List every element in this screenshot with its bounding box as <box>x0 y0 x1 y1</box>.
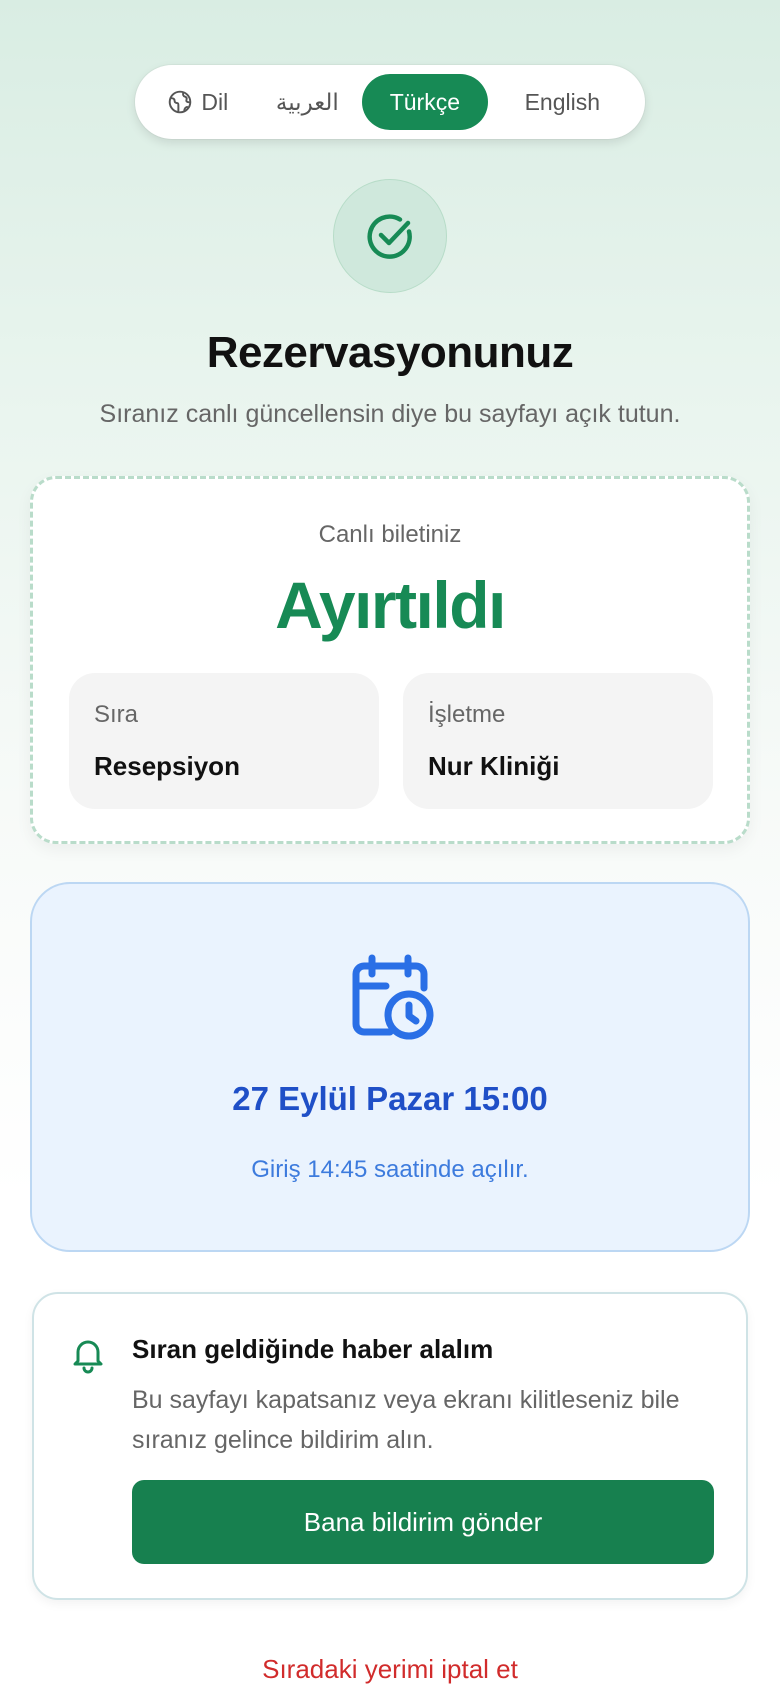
business-label: İşletme <box>428 701 506 728</box>
language-menu-label: Dil <box>201 88 229 115</box>
appointment-note: Giriş 14:45 saatinde açılır. <box>251 1156 529 1183</box>
language-option-turkish[interactable]: Türkçe <box>362 74 488 130</box>
ticket-status: Ayırtıldı <box>275 568 506 642</box>
notification-card: Sıran geldiğinde haber alalım Bu sayfayı… <box>32 1292 748 1600</box>
language-option-english[interactable]: English <box>488 74 637 130</box>
appointment-card: 27 Eylül Pazar 15:00 Giriş 14:45 saatind… <box>30 882 750 1252</box>
live-ticket-card: Canlı biletiniz Ayırtıldı Sıra Resepsiyo… <box>30 476 750 844</box>
cancel-queue-link[interactable]: Sıradaki yerimi iptal et <box>0 1654 780 1685</box>
check-circle-icon <box>367 214 412 259</box>
notification-description: Bu sayfayı kapatsanız veya ekranı kilitl… <box>132 1386 680 1454</box>
language-option-arabic[interactable]: العربية <box>253 74 363 130</box>
business-value: Nur Kliniği <box>428 751 560 781</box>
language-menu-button[interactable]: Dil <box>143 74 253 130</box>
notification-title: Sıran geldiğinde haber alalım <box>132 1334 494 1364</box>
page-title: Rezervasyonunuz <box>206 328 574 377</box>
queue-label: Sıra <box>94 701 139 728</box>
queue-value: Resepsiyon <box>94 751 240 781</box>
success-badge <box>333 179 447 293</box>
bell-icon <box>73 1340 103 1374</box>
send-notification-button[interactable]: Bana bildirim gönder <box>132 1480 714 1564</box>
calendar-clock-icon <box>352 954 434 1040</box>
language-switcher: Dil العربية Türkçe English <box>135 65 645 139</box>
globe-icon <box>167 89 193 115</box>
queue-info: Sıra Resepsiyon <box>69 673 379 809</box>
ticket-label: Canlı biletiniz <box>318 521 462 548</box>
business-info: İşletme Nur Kliniği <box>403 673 713 809</box>
page-subtitle: Sıranız canlı güncellensin diye bu sayfa… <box>99 400 681 428</box>
appointment-datetime: 27 Eylül Pazar 15:00 <box>232 1080 548 1117</box>
